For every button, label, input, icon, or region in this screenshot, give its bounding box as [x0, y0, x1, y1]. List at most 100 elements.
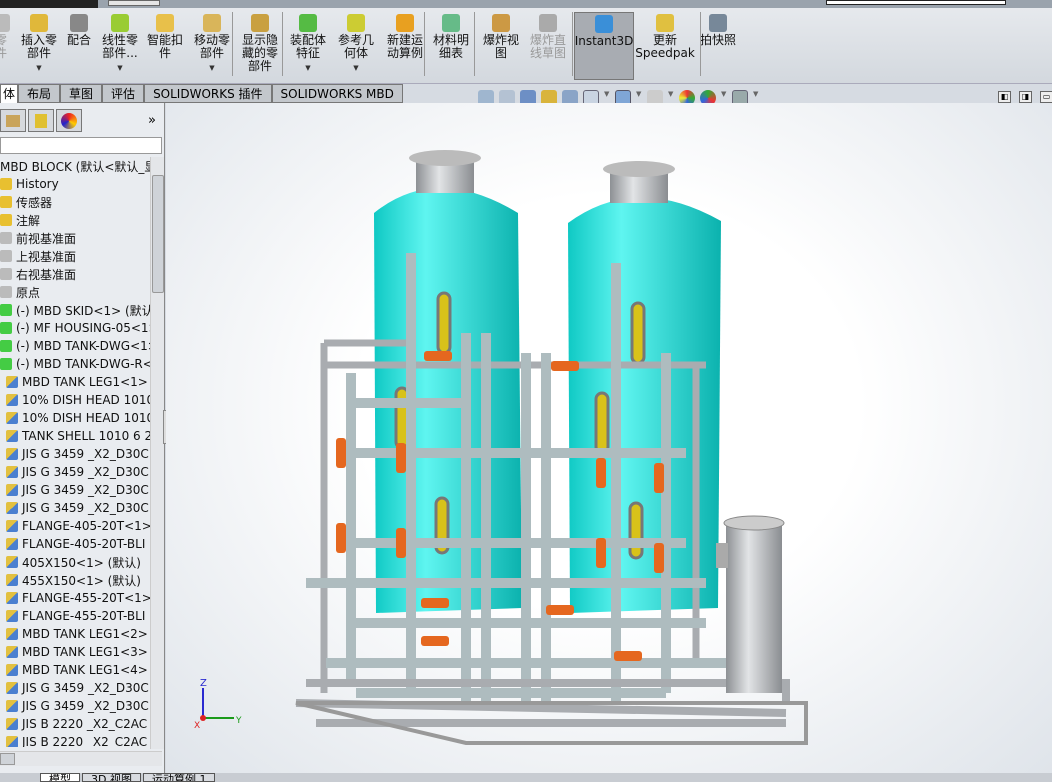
tree-item-label: 传感器: [16, 195, 53, 210]
tree-vertical-scrollbar[interactable]: [150, 157, 164, 749]
toolbar-button-10[interactable]: 材料明 细表: [430, 12, 472, 80]
tree-item[interactable]: JIS G 3459 _X2_D30C: [0, 499, 150, 517]
toolbar-button-11[interactable]: 爆炸视图: [480, 12, 522, 80]
tree-item[interactable]: JIS G 3459 _X2_D30C: [0, 445, 150, 463]
tree-item[interactable]: 右视基准面: [0, 265, 150, 283]
tree-item[interactable]: JIS G 3459 _X2_D30C: [0, 679, 150, 697]
bottom-tab-0[interactable]: 模型: [40, 773, 80, 782]
toolbar-button-5[interactable]: 移动零 部件 ▼: [190, 12, 234, 80]
toolbar-label: 件: [0, 46, 7, 60]
tree-item[interactable]: 原点: [0, 283, 150, 301]
tree-item[interactable]: 455X150<1> (默认): [0, 571, 150, 589]
tree-item[interactable]: 前视基准面: [0, 229, 150, 247]
toolbar-separator: [700, 12, 701, 76]
tree-item[interactable]: (-) MBD TANK-DWG<1>: [0, 337, 150, 355]
chevron-down-icon[interactable]: ▼: [209, 62, 214, 75]
tab-5[interactable]: SOLIDWORKS MBD: [271, 84, 403, 103]
bottom-tab-1[interactable]: 3D 视图: [82, 773, 141, 782]
tree-item-label: JIS B 2220 _X2_C2AC: [22, 717, 148, 731]
tree-item[interactable]: JIS G 3459 _X2_D30C: [0, 481, 150, 499]
chevron-down-icon[interactable]: ▼: [117, 62, 122, 75]
tree-item[interactable]: FLANGE-405-20T<1>: [0, 517, 150, 535]
configuration-manager-tab[interactable]: [28, 109, 54, 132]
tool-icon: [111, 14, 129, 32]
tab-0[interactable]: 体: [0, 84, 19, 103]
toolbar-label: 配合: [66, 33, 91, 47]
toolbar-label: 动算例: [386, 46, 423, 60]
part-icon: [6, 376, 18, 388]
chevron-down-icon[interactable]: ▼: [305, 62, 310, 75]
part-icon: [6, 610, 18, 622]
toolbar-button-6[interactable]: 显示隐 藏的零 部件: [238, 12, 282, 80]
feature-manager-panel: » MBD BLOCK (默认<默认_显 History 传感器注解 前视基准面上视基…: [0, 103, 165, 773]
tree-item[interactable]: 10% DISH HEAD 1010: [0, 409, 150, 427]
tree-item[interactable]: FLANGE-455-20T<1>: [0, 589, 150, 607]
tab-2[interactable]: 草图: [60, 84, 103, 103]
feature-icon: [0, 268, 12, 280]
display-manager-tab[interactable]: [56, 109, 82, 132]
toolbar-button-4[interactable]: 智能扣件: [144, 12, 186, 80]
graphics-viewport[interactable]: Z Y X: [166, 103, 1052, 773]
tree-item-label: 注解: [16, 213, 41, 228]
toolbar-button-1[interactable]: 插入零 部件 ▼: [18, 12, 60, 80]
tab-4[interactable]: SOLIDWORKS 插件: [144, 84, 272, 103]
search-box[interactable]: [826, 0, 1006, 5]
tile-right-icon[interactable]: ◨: [1019, 91, 1032, 103]
tile-left-icon[interactable]: ◧: [998, 91, 1011, 103]
part-icon: [6, 736, 18, 747]
tree-item[interactable]: JIS B 2220 _X2_C2AC: [0, 733, 150, 747]
tree-item[interactable]: MBD BLOCK (默认<默认_显: [0, 157, 150, 175]
tree-item-label: JIS G 3459 _X2_D30C: [22, 681, 149, 695]
feature-manager-tab[interactable]: [0, 109, 26, 132]
toolbar-button-14[interactable]: 更新 Speedpak: [635, 12, 695, 80]
feature-icon: [0, 286, 12, 298]
part-icon: [6, 412, 18, 424]
tree-item[interactable]: MBD TANK LEG1<1>: [0, 373, 150, 391]
toolbar-button-3[interactable]: 线性零 部件... ▼: [98, 12, 142, 80]
tree-filter-input[interactable]: [0, 137, 162, 154]
tree-item[interactable]: 传感器: [0, 193, 150, 211]
tree-item[interactable]: 上视基准面: [0, 247, 150, 265]
toolbar-button-15[interactable]: 拍快照: [700, 12, 736, 80]
tree-item-label: 10% DISH HEAD 1010: [22, 393, 150, 407]
tree-item[interactable]: MBD TANK LEG1<2>: [0, 625, 150, 643]
tree-item[interactable]: JIS G 3459 _X2_D30C: [0, 697, 150, 715]
toolbar-label: 件: [158, 46, 171, 60]
tree-item[interactable]: TANK SHELL 1010 6 2: [0, 427, 150, 445]
tab-1[interactable]: 布局: [18, 84, 61, 103]
tree-item[interactable]: JIS G 3459 _X2_D30C: [0, 463, 150, 481]
tab-3[interactable]: 评估: [102, 84, 145, 103]
menu-box[interactable]: [108, 0, 160, 6]
chevron-down-icon[interactable]: ▼: [353, 62, 358, 75]
tool-icon: [656, 14, 674, 32]
tree-item[interactable]: (-) MBD TANK-DWG-R<: [0, 355, 150, 373]
tree-item[interactable]: 405X150<1> (默认): [0, 553, 150, 571]
restore-icon[interactable]: ▭: [1040, 91, 1052, 103]
toolbar-button-13[interactable]: Instant3D: [574, 12, 634, 80]
tree-item[interactable]: MBD TANK LEG1<4>: [0, 661, 150, 679]
tree-item[interactable]: FLANGE-455-20T-BLI: [0, 607, 150, 625]
expand-panel-icon[interactable]: »: [148, 113, 156, 128]
chevron-down-icon[interactable]: ▼: [36, 62, 41, 75]
tree-item[interactable]: History: [0, 175, 150, 193]
tree-item[interactable]: 10% DISH HEAD 1010: [0, 391, 150, 409]
toolbar-button-7[interactable]: 装配体 特征 ▼: [286, 12, 330, 80]
tree-item[interactable]: JIS B 2220 _X2_C2AC: [0, 715, 150, 733]
feature-icon: [0, 196, 12, 208]
tree-item-label: 上视基准面: [16, 249, 77, 264]
toolbar-button-2[interactable]: 配合: [64, 12, 94, 80]
toolbar-button-8[interactable]: 参考几 何体 ▼: [334, 12, 378, 80]
tree-item[interactable]: 注解: [0, 211, 150, 229]
toolbar-button-0[interactable]: 零件: [0, 12, 16, 80]
tree-item[interactable]: (-) MF HOUSING-05<1>: [0, 319, 150, 337]
toolbar-button-12[interactable]: 爆炸直 线草图: [526, 12, 570, 80]
tree-horizontal-scrollbar[interactable]: [0, 751, 162, 766]
command-tabs: 体布局 草图 评估 SOLIDWORKS 插件 SOLIDWORKS MBD: [0, 84, 420, 103]
tree-item[interactable]: (-) MBD SKID<1> (默认): [0, 301, 150, 319]
tree-item[interactable]: MBD TANK LEG1<3>: [0, 643, 150, 661]
bottom-tabs: 模型 3D 视图 运动算例 1: [0, 773, 1052, 782]
tree-item[interactable]: FLANGE-405-20T-BLI: [0, 535, 150, 553]
toolbar-button-9[interactable]: 新建运 动算例: [384, 12, 426, 80]
tool-icon: [539, 14, 557, 32]
bottom-tab-2[interactable]: 运动算例 1: [142, 773, 216, 782]
